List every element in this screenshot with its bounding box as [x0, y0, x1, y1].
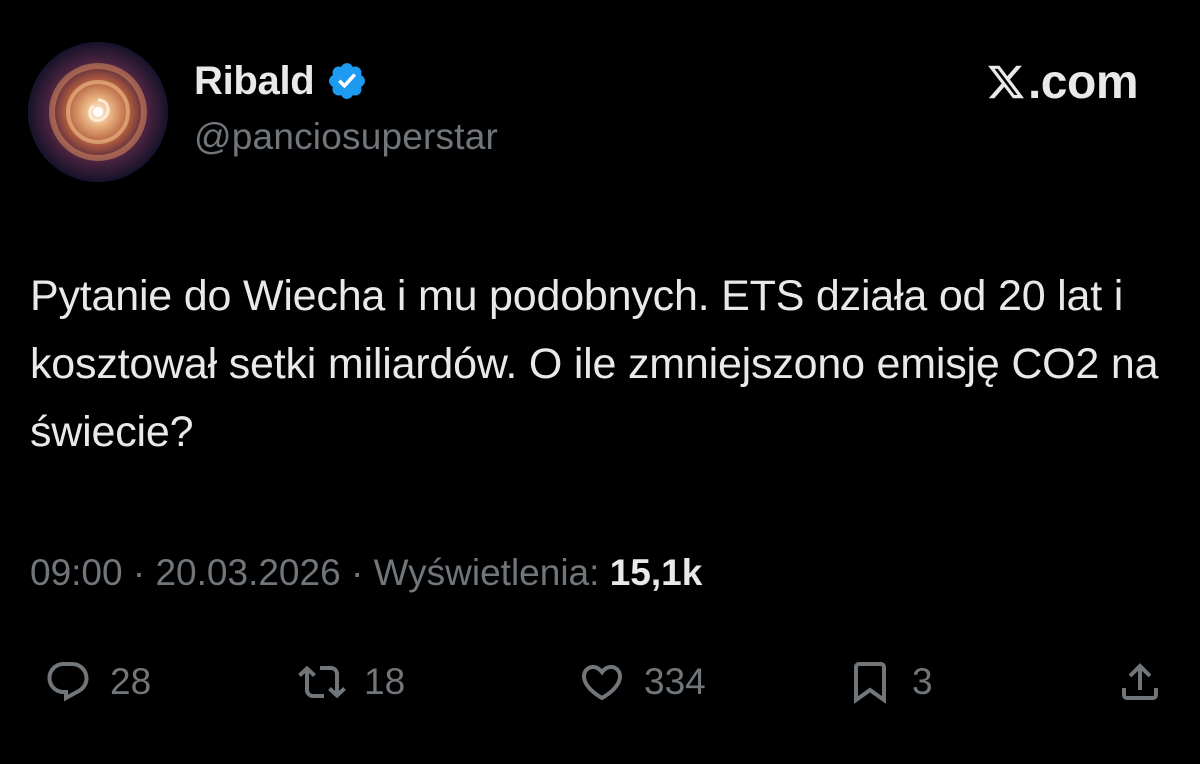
meta-separator: · [350, 552, 364, 593]
repost-button[interactable]: 18 [298, 652, 405, 712]
author-handle[interactable]: @panciosuperstar [194, 116, 498, 158]
reply-count: 28 [110, 661, 152, 702]
meta-separator: · [132, 552, 146, 593]
like-button[interactable]: 334 [578, 652, 706, 712]
repost-count: 18 [364, 661, 406, 702]
heart-icon [581, 665, 623, 701]
tweet-date[interactable]: 20.03.2026 [155, 552, 340, 593]
author-name-row: Ribald [194, 56, 368, 106]
like-count: 334 [644, 661, 706, 702]
bookmark-icon [854, 662, 886, 704]
tweet-time[interactable]: 09:00 [30, 552, 123, 593]
tweet-meta: 09:00 · 20.03.2026 · Wyświetlenia: 15,1k [30, 552, 702, 594]
tweet-text: Pytanie do Wiecha i mu podobnych. ETS dz… [30, 272, 1159, 456]
repost-icon [298, 665, 346, 699]
avatar[interactable] [28, 42, 168, 182]
bookmark-button[interactable]: 3 [846, 652, 933, 712]
views-count: 15,1k [609, 552, 703, 593]
tweet-card: Ribald @panciosuperstar .com Pytanie do … [0, 0, 1200, 764]
share-icon [1122, 663, 1158, 700]
bookmark-count: 3 [912, 661, 933, 702]
share-button[interactable] [1116, 652, 1164, 712]
author-display-name[interactable]: Ribald [194, 59, 315, 104]
nebula-avatar-icon [28, 42, 168, 182]
reply-icon [47, 662, 89, 702]
reply-button[interactable]: 28 [44, 652, 151, 712]
views-label: Wyświetlenia: [373, 552, 600, 593]
verified-badge-icon [326, 60, 368, 102]
action-bar: 28 18 334 3 [0, 652, 1200, 712]
brand-logo: .com [986, 54, 1139, 110]
x-logo-icon [986, 62, 1026, 102]
brand-domain-text: .com [1027, 55, 1139, 109]
